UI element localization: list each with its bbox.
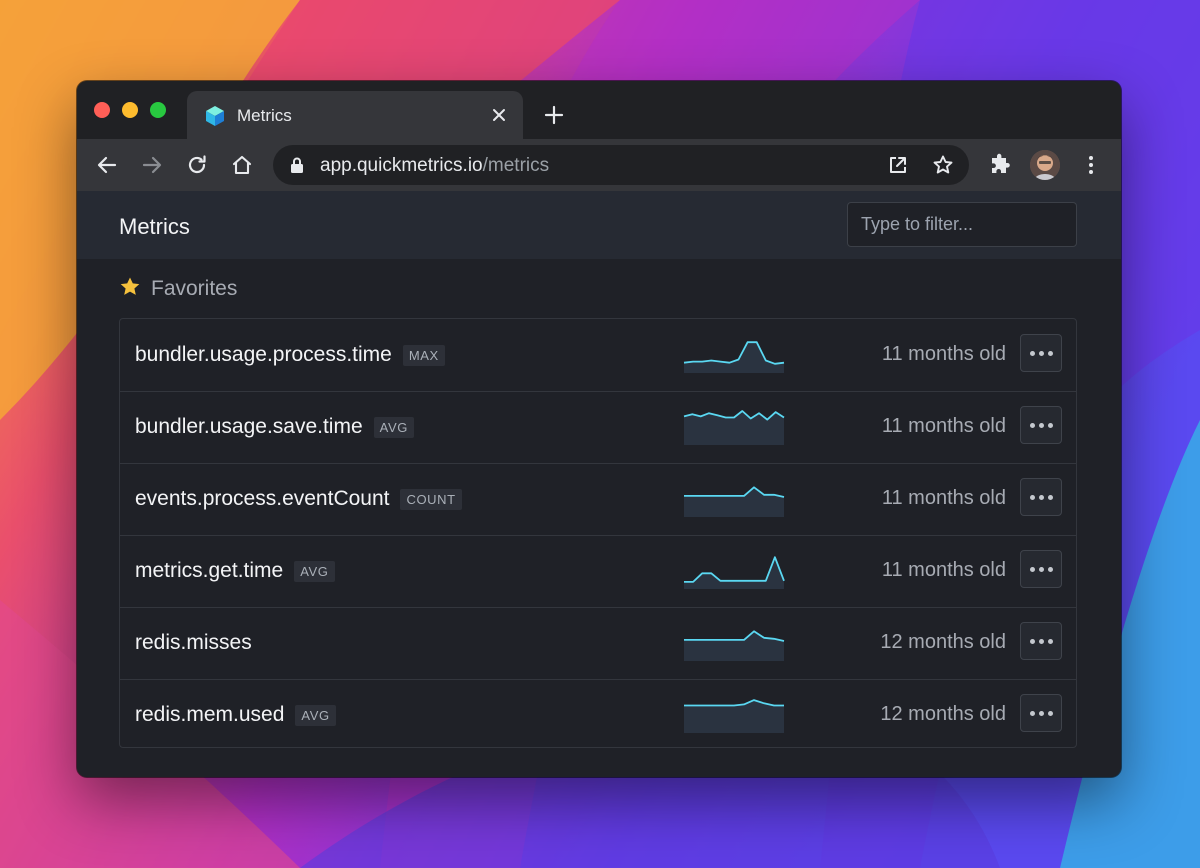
- metric-row[interactable]: redis.mem.used AVG 12 months old: [120, 679, 1076, 751]
- arrow-left-icon[interactable]: [95, 153, 119, 177]
- lock-icon: [291, 157, 303, 173]
- metric-name[interactable]: bundler.usage.process.time: [135, 343, 392, 367]
- ellipsis-icon: [1047, 566, 1053, 572]
- more-options-button[interactable]: [1020, 694, 1062, 732]
- url-host: app.quickmetrics.io: [320, 155, 483, 176]
- url-text[interactable]: app.quickmetrics.io/metrics: [320, 155, 549, 177]
- arrow-right-icon[interactable]: [140, 153, 164, 177]
- ellipsis-icon: [1029, 350, 1035, 356]
- ellipsis-icon: [1047, 638, 1053, 644]
- browser-titlebar: Metrics: [77, 81, 1121, 139]
- metric-title: events.process.eventCount COUNT: [135, 463, 462, 535]
- sparkline-chart: [684, 699, 784, 733]
- metric-name[interactable]: redis.mem.used: [135, 703, 284, 727]
- reload-icon[interactable]: [185, 153, 209, 177]
- browser-toolbar: app.quickmetrics.io/metrics: [77, 139, 1121, 191]
- aggregation-badge: AVG: [294, 560, 335, 582]
- metric-row[interactable]: events.process.eventCount COUNT 11 months …: [120, 463, 1076, 536]
- quickmetrics-logo-icon: [206, 106, 224, 126]
- ellipsis-icon: [1038, 710, 1044, 716]
- open-external-icon[interactable]: [887, 154, 909, 176]
- sparkline-line: [683, 341, 785, 365]
- favorites-metric-list: bundler.usage.process.time MAX 11 months o…: [119, 318, 1077, 748]
- ellipsis-icon: [1029, 638, 1035, 644]
- sparkline-chart: [683, 341, 785, 373]
- metric-name[interactable]: metrics.get.time: [135, 559, 283, 583]
- browser-window: Metrics app.quickmetrics.io/metrics Metr…: [77, 81, 1121, 777]
- metric-title: redis.mem.used AVG: [135, 679, 336, 751]
- sparkline-chart: [683, 410, 785, 445]
- metric-name[interactable]: bundler.usage.save.time: [135, 415, 363, 439]
- home-icon[interactable]: [230, 153, 254, 177]
- metric-title: redis.misses: [135, 607, 252, 679]
- more-options-button[interactable]: [1020, 622, 1062, 660]
- sparkline-line: [684, 699, 784, 707]
- metric-age: 11 months old: [881, 487, 1006, 509]
- ellipsis-icon: [1047, 710, 1053, 716]
- metric-row[interactable]: redis.misses 12 months old: [120, 607, 1076, 680]
- aggregation-badge: COUNT: [400, 488, 462, 510]
- ellipsis-icon: [1047, 350, 1053, 356]
- ellipsis-icon: [1038, 350, 1044, 356]
- puzzle-icon[interactable]: [988, 153, 1012, 177]
- sparkline-area: [684, 631, 784, 661]
- aggregation-badge: AVG: [295, 704, 336, 726]
- sparkline-area: [684, 487, 784, 517]
- kebab-menu-icon[interactable]: [1079, 153, 1103, 177]
- ellipsis-icon: [1038, 422, 1044, 428]
- ellipsis-icon: [1038, 638, 1044, 644]
- aggregation-badge: AVG: [373, 416, 414, 438]
- metric-name[interactable]: redis.misses: [135, 631, 252, 655]
- plus-icon[interactable]: [543, 104, 565, 126]
- metric-age: 11 months old: [881, 559, 1006, 581]
- metric-age: 11 months old: [881, 343, 1006, 365]
- sparkline-chart: [684, 486, 785, 517]
- ellipsis-icon: [1029, 422, 1035, 428]
- metric-row[interactable]: metrics.get.time AVG 11 months old: [120, 535, 1076, 608]
- ellipsis-icon: [1029, 710, 1035, 716]
- star-filled-icon: [120, 277, 140, 295]
- metric-row[interactable]: bundler.usage.save.time AVG 11 months old: [120, 391, 1076, 464]
- window-zoom-button[interactable]: [150, 102, 166, 118]
- more-options-button[interactable]: [1020, 334, 1062, 372]
- browser-tab[interactable]: Metrics: [187, 91, 523, 139]
- metric-age: 12 months old: [880, 631, 1006, 653]
- ellipsis-icon: [1047, 422, 1053, 428]
- filter-input[interactable]: [847, 202, 1077, 247]
- metric-row[interactable]: bundler.usage.process.time MAX 11 months o…: [120, 319, 1076, 392]
- close-icon[interactable]: [489, 105, 509, 125]
- app-header: Metrics: [77, 191, 1121, 259]
- sparkline-chart: [684, 630, 785, 661]
- star-outline-icon[interactable]: [932, 154, 954, 176]
- metric-title: bundler.usage.process.time MAX: [135, 319, 445, 391]
- ellipsis-icon: [1029, 566, 1035, 572]
- tab-title: Metrics: [237, 106, 292, 125]
- more-options-button[interactable]: [1020, 478, 1062, 516]
- ellipsis-icon: [1038, 566, 1044, 572]
- aggregation-badge: MAX: [402, 344, 445, 366]
- favorites-heading: Favorites: [151, 277, 238, 300]
- metric-name[interactable]: events.process.eventCount: [135, 487, 389, 511]
- profile-avatar[interactable]: [1030, 150, 1060, 180]
- metric-age: 11 months old: [881, 415, 1006, 437]
- sparkline-area: [684, 342, 784, 373]
- ellipsis-icon: [1038, 494, 1044, 500]
- page-content: Metrics Favorites bundler.usage.process.…: [77, 191, 1121, 777]
- page-title: Metrics: [119, 214, 190, 239]
- metric-title: bundler.usage.save.time AVG: [135, 391, 414, 463]
- more-options-button[interactable]: [1020, 406, 1062, 444]
- sparkline-chart: [684, 556, 785, 589]
- ellipsis-icon: [1047, 494, 1053, 500]
- window-close-button[interactable]: [94, 102, 110, 118]
- sparkline-line: [684, 486, 785, 498]
- metric-age: 12 months old: [880, 703, 1006, 725]
- metric-title: metrics.get.time AVG: [135, 535, 335, 607]
- address-bar[interactable]: app.quickmetrics.io/metrics: [273, 145, 969, 185]
- more-options-button[interactable]: [1020, 550, 1062, 588]
- ellipsis-icon: [1029, 494, 1035, 500]
- window-minimize-button[interactable]: [122, 102, 138, 118]
- url-path: /metrics: [482, 155, 550, 176]
